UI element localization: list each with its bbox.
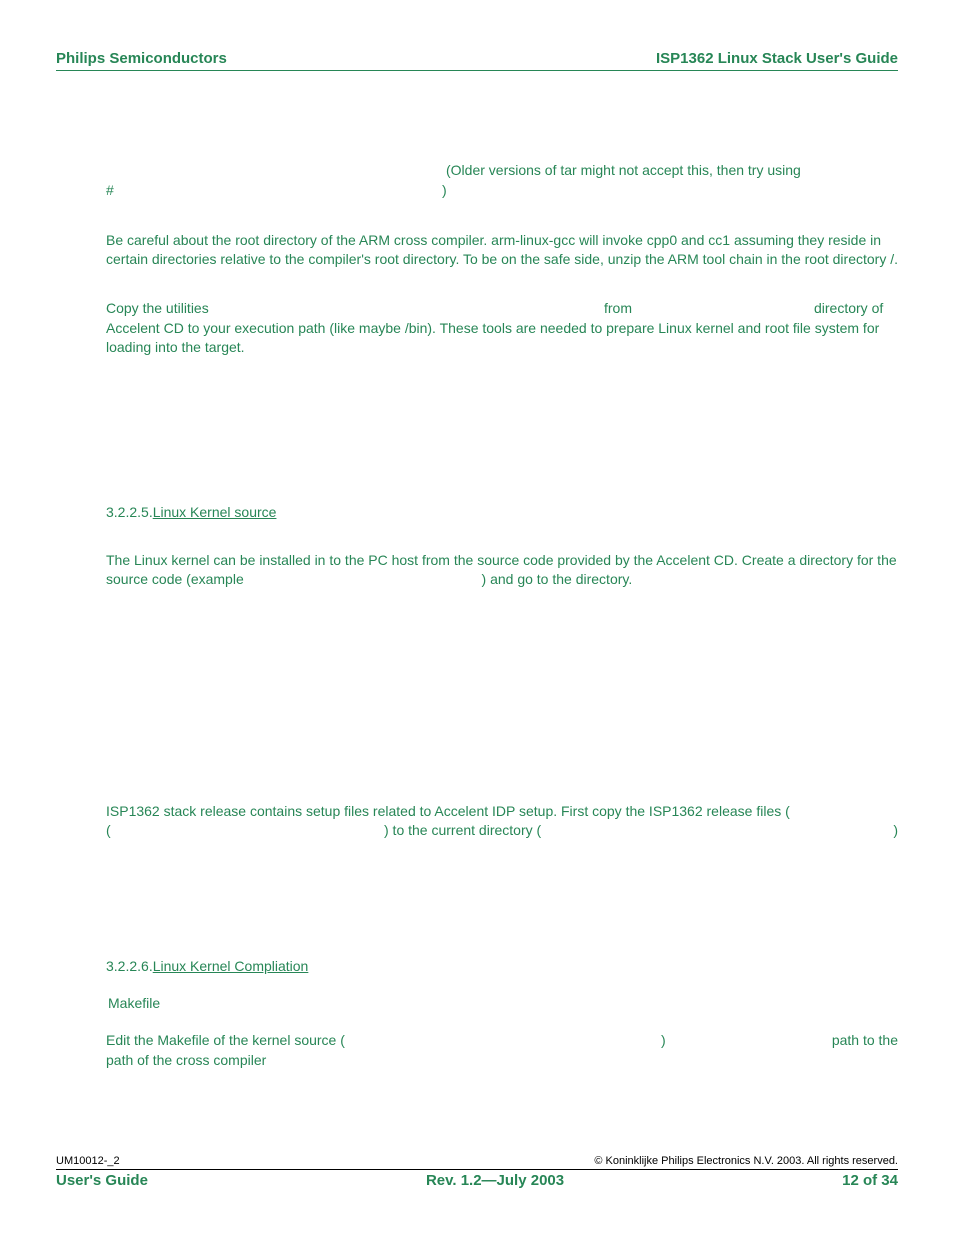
section-3-2-2-5-heading: 3.2.2.5.Linux Kernel source — [106, 503, 898, 522]
kernel-install-paragraph: The Linux kernel can be installed in to … — [106, 551, 898, 589]
footer-right: 12 of 34 — [842, 1172, 898, 1189]
page-content: (Older versions of tar might not accept … — [106, 161, 898, 1070]
isp-mid: ) to the current directory ( — [384, 821, 541, 840]
section-title: Linux Kernel source — [153, 504, 277, 520]
hash-row: # ) — [106, 181, 898, 201]
header-right: ISP1362 Linux Stack User's Guide — [656, 50, 898, 67]
footer-center: Rev. 1.2—July 2003 — [148, 1172, 842, 1189]
copy-dirof: directory of — [814, 299, 883, 318]
section-title-6: Linux Kernel Compliation — [153, 958, 309, 974]
edit-close-paren: ) — [661, 1031, 666, 1050]
edit-pre: Edit the Makefile of the kernel source ( — [106, 1031, 345, 1050]
section-number: 3.2.2.5. — [106, 504, 153, 520]
isp-tail: ) — [893, 821, 898, 840]
header-left: Philips Semiconductors — [56, 50, 227, 67]
crosscompiler-paragraph: Be careful about the root directory of t… — [106, 231, 898, 269]
footer-bottom-row: User's Guide Rev. 1.2—July 2003 12 of 34 — [56, 1170, 898, 1189]
edit-tail2: path of the cross compiler — [106, 1051, 898, 1070]
copy-rest: Accelent CD to your execution path (like… — [106, 319, 898, 357]
footer-top-row: UM10012-_2 © Koninklijke Philips Electro… — [56, 1155, 898, 1170]
copy-utilities-paragraph: Copy the utilities from directory of Acc… — [106, 299, 898, 357]
copy-pre: Copy the utilities — [106, 299, 209, 318]
section-3-2-2-6-heading: 3.2.2.6.Linux Kernel Compliation — [106, 957, 898, 976]
section-number-6: 3.2.2.6. — [106, 958, 153, 974]
footer-docnum: UM10012-_2 — [56, 1155, 120, 1167]
close-paren-1: ) — [442, 181, 447, 200]
page-footer: UM10012-_2 © Koninklijke Philips Electro… — [56, 1155, 898, 1189]
isp-release-paragraph: ISP1362 stack release contains setup fil… — [106, 802, 898, 841]
edit-tail1: path to the — [832, 1031, 898, 1050]
edit-makefile-paragraph: Edit the Makefile of the kernel source (… — [106, 1031, 898, 1070]
isp-line1: ISP1362 stack release contains setup fil… — [106, 802, 898, 821]
page-header: Philips Semiconductors ISP1362 Linux Sta… — [56, 50, 898, 71]
footer-left: User's Guide — [56, 1172, 148, 1189]
makefile-label: Makefile — [106, 994, 898, 1013]
copy-from: from — [604, 299, 632, 318]
footer-copyright: © Koninklijke Philips Electronics N.V. 2… — [594, 1155, 898, 1167]
kernel-para-tail: ) and go to the directory. — [482, 571, 633, 587]
tar-note-text: (Older versions of tar might not accept … — [446, 161, 801, 180]
tar-note-row: (Older versions of tar might not accept … — [106, 161, 898, 181]
hash-symbol: # — [106, 181, 114, 200]
